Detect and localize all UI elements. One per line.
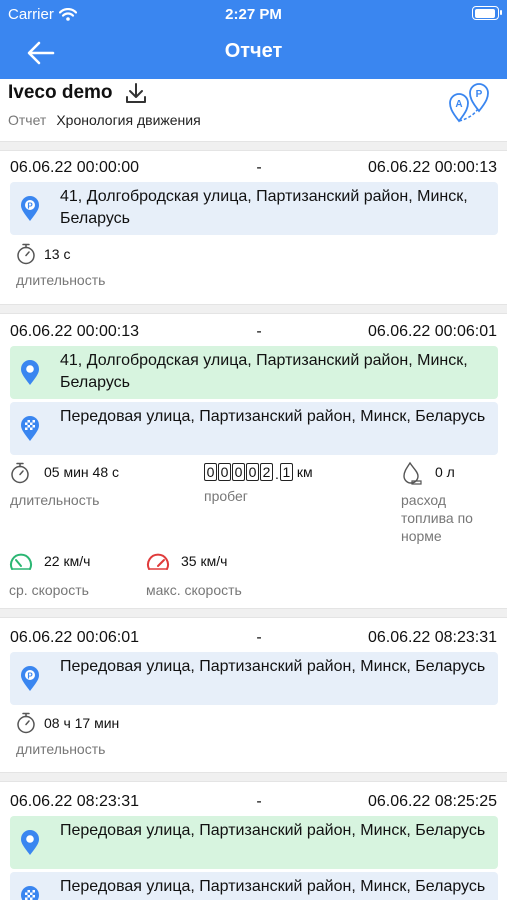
max-speed-value: 35 км/ч: [181, 553, 228, 569]
separator: [0, 304, 507, 314]
odometer-digit: 0: [246, 463, 259, 481]
max-speed-label: макс. скорость: [146, 582, 242, 598]
duration-value: 08 ч 17 мин: [44, 715, 120, 731]
svg-text:P: P: [27, 671, 33, 680]
duration-label: длительность: [16, 272, 106, 288]
route-icon[interactable]: A P: [446, 81, 492, 125]
start-time: 06.06.22 00:00:00: [10, 159, 140, 176]
avg-speed-label: ср. скорость: [9, 582, 89, 598]
parking-pin-icon: P: [21, 196, 39, 221]
report-header: Iveco demo Отчет Хронология движения A P: [0, 79, 507, 141]
avg-speed-value: 22 км/ч: [44, 553, 91, 569]
finish-pin-icon: [21, 416, 39, 441]
separator: [0, 141, 507, 151]
address-text: Передовая улица, Партизанский район, Мин…: [60, 658, 486, 675]
odometer-dot: .: [275, 466, 279, 482]
timeline-entry[interactable]: 06.06.22 00:00:00 - 06.06.22 00:00:13 P …: [0, 159, 507, 294]
end-time: 06.06.22 08:25:25: [367, 793, 497, 810]
odometer-digit: 2: [260, 463, 273, 481]
battery-icon: [472, 6, 502, 20]
start-time: 06.06.22 00:06:01: [10, 629, 140, 646]
report-type: Отчет Хронология движения: [8, 112, 201, 128]
speedometer-icon: [147, 553, 169, 570]
time-range: 06.06.22 00:00:00 - 06.06.22 00:00:13: [10, 159, 497, 181]
timeline-entry[interactable]: 06.06.22 08:23:31 - 06.06.22 08:25:25 Пе…: [0, 793, 507, 900]
unit-name: Iveco demo: [8, 82, 113, 103]
location-pin-icon: [21, 360, 39, 385]
fuel-drop-icon: [403, 461, 422, 485]
svg-text:A: A: [455, 99, 462, 110]
address-block: P Передовая улица, Партизанский район, М…: [10, 652, 498, 705]
address-text: Передовая улица, Партизанский район, Мин…: [60, 822, 486, 839]
svg-text:P: P: [476, 89, 483, 100]
end-time: 06.06.22 00:06:01: [367, 323, 497, 340]
odometer-digit: 0: [204, 463, 217, 481]
separator: [0, 772, 507, 782]
start-time: 06.06.22 00:00:13: [10, 323, 140, 340]
timeline-entry[interactable]: 06.06.22 00:06:01 - 06.06.22 08:23:31 P …: [0, 629, 507, 764]
odometer-digit: 0: [232, 463, 245, 481]
range-dash: -: [256, 323, 262, 340]
start-time: 06.06.22 08:23:31: [10, 793, 140, 810]
address-text: Передовая улица, Партизанский район, Мин…: [60, 408, 486, 425]
svg-text:P: P: [27, 201, 33, 210]
range-dash: -: [256, 793, 262, 810]
fuel-label: расход топлива по норме: [401, 492, 473, 544]
duration-label: длительность: [10, 492, 100, 508]
address-block: P 41, Долгобродская улица, Партизанский …: [10, 182, 498, 235]
start-address-block: 41, Долгобродская улица, Партизанский ра…: [10, 346, 498, 399]
download-icon[interactable]: [124, 81, 148, 105]
odometer-unit: км: [296, 464, 313, 480]
fuel-value: 0 л: [435, 464, 455, 480]
time-range: 06.06.22 08:23:31 - 06.06.22 08:25:25: [10, 793, 497, 815]
end-time: 06.06.22 00:00:13: [367, 159, 497, 176]
end-time: 06.06.22 08:23:31: [367, 629, 497, 646]
parking-pin-icon: P: [21, 666, 39, 691]
finish-pin-icon: [21, 886, 39, 900]
odometer-decimal: 1: [279, 463, 293, 481]
stopwatch-icon: [17, 243, 35, 265]
address-text: 41, Долгобродская улица, Партизанский ра…: [60, 188, 468, 227]
address-text: Передовая улица, Партизанский район, Мин…: [60, 878, 486, 895]
range-dash: -: [256, 159, 262, 176]
odometer-digit: 0: [218, 463, 231, 481]
start-address-block: Передовая улица, Партизанский район, Мин…: [10, 816, 498, 869]
report-type-key: Отчет: [8, 112, 47, 128]
report-type-value: Хронология движения: [56, 112, 201, 128]
odometer: 0 0 0 0 2 . 1 км: [204, 463, 313, 481]
page-title: Отчет: [224, 40, 283, 62]
duration-label: длительность: [16, 741, 106, 757]
speedometer-icon: [10, 553, 32, 570]
stopwatch-icon: [17, 712, 35, 734]
end-address-block: Передовая улица, Партизанский район, Мин…: [10, 402, 498, 455]
address-text: 41, Долгобродская улица, Партизанский ра…: [60, 352, 468, 391]
range-dash: -: [256, 629, 262, 646]
end-address-block: Передовая улица, Партизанский район, Мин…: [10, 872, 498, 900]
stopwatch-icon: [11, 462, 29, 484]
top-bar: Carrier 2:27 PM Отчет: [0, 0, 507, 79]
timeline-entry[interactable]: 06.06.22 00:00:13 - 06.06.22 00:06:01 41…: [0, 323, 507, 608]
status-bar: Carrier 2:27 PM: [0, 0, 507, 28]
time-range: 06.06.22 00:00:13 - 06.06.22 00:06:01: [10, 323, 497, 345]
duration-value: 13 с: [44, 246, 71, 262]
duration-value: 05 мин 48 с: [44, 464, 119, 480]
status-time: 2:27 PM: [225, 6, 282, 23]
mileage-label: пробег: [204, 488, 248, 504]
time-range: 06.06.22 00:06:01 - 06.06.22 08:23:31: [10, 629, 497, 651]
location-pin-icon: [21, 830, 39, 855]
separator: [0, 608, 507, 618]
